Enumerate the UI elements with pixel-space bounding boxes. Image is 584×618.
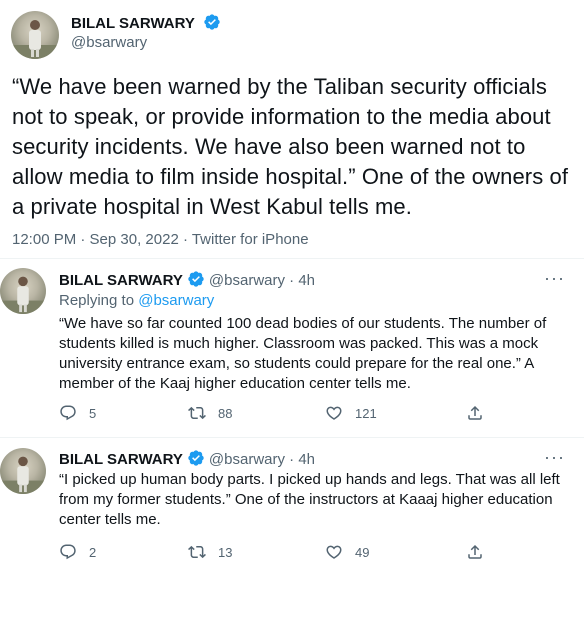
reply-count: 2 bbox=[89, 544, 97, 560]
like-count: 49 bbox=[355, 544, 370, 560]
main-avatar[interactable] bbox=[11, 11, 59, 59]
main-author-name[interactable]: BILAL SARWARY bbox=[71, 13, 221, 32]
person-photo bbox=[11, 20, 59, 59]
like-count: 121 bbox=[355, 405, 377, 421]
divider bbox=[0, 258, 584, 259]
more-icon[interactable]: ··· bbox=[544, 447, 565, 468]
verified-badge-icon bbox=[204, 14, 220, 30]
verified-badge-icon bbox=[188, 271, 204, 287]
share-button[interactable] bbox=[466, 543, 496, 561]
reply-handle[interactable]: @bsarwary · 4h bbox=[209, 272, 315, 289]
like-button[interactable]: 121 bbox=[325, 404, 377, 422]
reply-text: “We have so far counted 100 dead bodies … bbox=[59, 315, 547, 392]
reply-header: BILAL SARWARY @bsarwary · 4h bbox=[59, 270, 315, 289]
person-photo bbox=[0, 456, 46, 494]
replying-to-link[interactable]: @bsarwary bbox=[138, 292, 214, 309]
retweet-button[interactable]: 88 bbox=[188, 404, 232, 422]
reply-handle[interactable]: @bsarwary · 4h bbox=[209, 451, 315, 468]
divider bbox=[0, 437, 584, 438]
retweet-count: 13 bbox=[218, 544, 233, 560]
replying-prefix: Replying to bbox=[59, 292, 135, 309]
replying-to: Replying to @bsarwary bbox=[59, 292, 214, 309]
reply-count: 5 bbox=[89, 405, 97, 421]
more-icon[interactable]: ··· bbox=[544, 268, 565, 289]
retweet-icon bbox=[188, 545, 206, 559]
main-tweet-text: “We have been warned by the Taliban secu… bbox=[12, 74, 569, 219]
retweet-count: 88 bbox=[218, 405, 233, 421]
reply-button[interactable]: 2 bbox=[59, 543, 96, 561]
like-icon bbox=[326, 406, 342, 420]
main-handle[interactable]: @bsarwary bbox=[71, 34, 147, 51]
reply-header: BILAL SARWARY @bsarwary · 4h bbox=[59, 449, 315, 468]
share-icon bbox=[468, 544, 482, 559]
reply-icon bbox=[60, 405, 76, 421]
reply-button[interactable]: 5 bbox=[59, 404, 96, 422]
reply-text: “I picked up human body parts. I picked … bbox=[59, 471, 560, 528]
like-icon bbox=[326, 545, 342, 559]
reply-avatar[interactable] bbox=[0, 268, 46, 314]
reply-icon bbox=[60, 544, 76, 560]
main-timestamp[interactable]: 12:00 PM · Sep 30, 2022 · Twitter for iP… bbox=[12, 231, 309, 248]
retweet-icon bbox=[188, 406, 206, 420]
share-button[interactable] bbox=[466, 404, 496, 422]
verified-badge-icon bbox=[188, 450, 204, 466]
reply-author-name[interactable]: BILAL SARWARY bbox=[59, 272, 183, 289]
person-photo bbox=[0, 276, 46, 314]
retweet-button[interactable]: 13 bbox=[188, 543, 232, 561]
reply-author-name[interactable]: BILAL SARWARY bbox=[59, 451, 183, 468]
reply-avatar[interactable] bbox=[0, 448, 46, 494]
share-icon bbox=[468, 405, 482, 420]
like-button[interactable]: 49 bbox=[325, 543, 369, 561]
